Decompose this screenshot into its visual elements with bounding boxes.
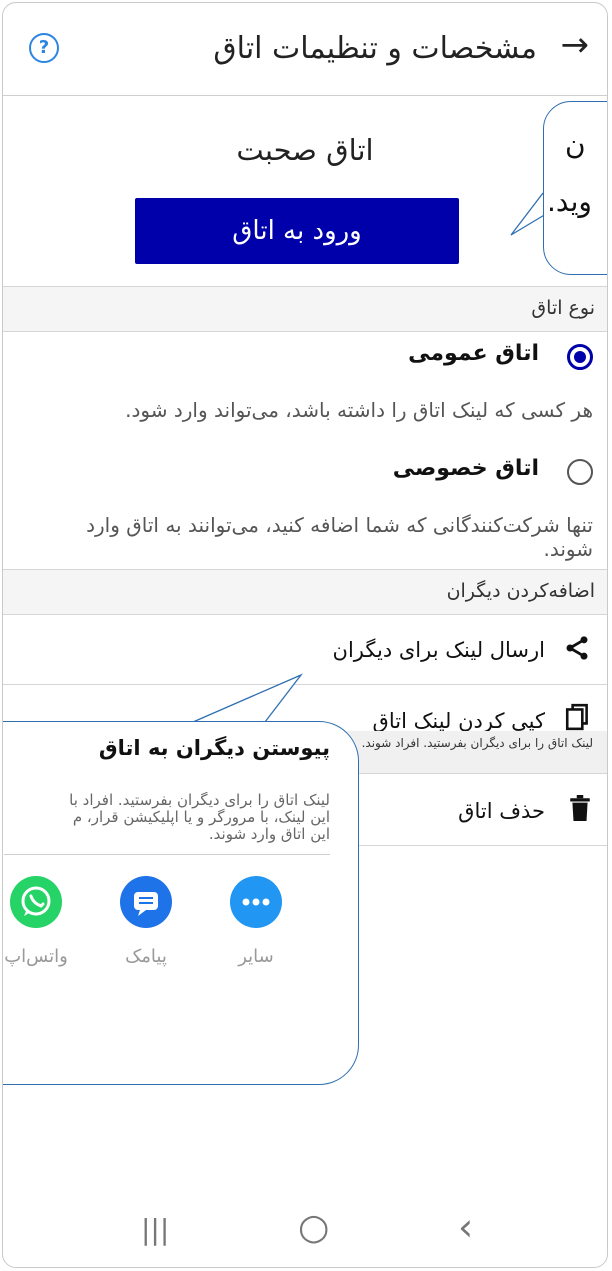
private-room-label: اتاق خصوصی bbox=[392, 456, 539, 481]
share-app-whatsapp[interactable]: واتس‌اپ bbox=[3, 876, 76, 967]
share-sheet: پیوستن دیگران به اتاق لینک اتاق را برای … bbox=[3, 721, 359, 1085]
public-room-desc: هر کسی که لینک اتاق را داشته باشد، می‌تو… bbox=[125, 398, 593, 422]
send-link-label: ارسال لینک برای دیگران bbox=[332, 638, 545, 662]
home-icon[interactable]: ○ bbox=[298, 1207, 329, 1248]
add-others-header-label: اضافه‌کردن دیگران bbox=[446, 580, 595, 602]
public-room-label: اتاق عمومی bbox=[408, 341, 539, 366]
message-icon bbox=[120, 876, 172, 928]
system-nav-bar: ||| ○ ‹ bbox=[3, 1195, 607, 1267]
top-callout-line2: وید. bbox=[543, 185, 607, 218]
top-callout-line1-text: ن bbox=[565, 128, 586, 161]
more-icon bbox=[230, 876, 282, 928]
nav-back-icon[interactable]: ‹ bbox=[458, 1205, 473, 1249]
app-bar: → مشخصات و تنظیمات اتاق ? bbox=[3, 3, 607, 96]
share-desc-line-2: این لینک، با مرورگر و یا اپلیکیشن قرار، … bbox=[72, 808, 330, 826]
share-desc-line-1: لینک اتاق را برای دیگران بفرستید. افراد … bbox=[69, 792, 330, 809]
share-desc-line-3: این اتاق وارد شوند. bbox=[208, 825, 330, 843]
page-title: مشخصات و تنظیمات اتاق bbox=[213, 31, 537, 66]
share-app-other[interactable]: سایر bbox=[216, 876, 296, 967]
share-app-sms[interactable]: پیامک bbox=[106, 876, 186, 967]
private-room-radio[interactable] bbox=[567, 459, 593, 485]
share-app-whatsapp-label: واتس‌اپ bbox=[4, 946, 68, 967]
share-sheet-title: پیوستن دیگران به اتاق bbox=[98, 736, 330, 760]
trash-icon bbox=[569, 795, 591, 827]
share-icon bbox=[563, 634, 591, 668]
recent-apps-icon[interactable]: ||| bbox=[141, 1213, 169, 1246]
share-app-other-label: سایر bbox=[238, 946, 274, 967]
delete-room-label: حذف اتاق bbox=[458, 799, 545, 823]
room-type-header: نوع اتاق bbox=[3, 286, 607, 332]
private-room-desc: تنها شرکت‌کنندگانی که شما اضافه کنید، می… bbox=[86, 513, 593, 561]
enter-room-button[interactable]: ورود به اتاق bbox=[135, 198, 459, 264]
room-name: اتاق صحبت bbox=[236, 133, 374, 167]
top-callout-line2-text: وید. bbox=[547, 185, 592, 218]
public-room-radio[interactable] bbox=[567, 344, 593, 370]
back-arrow-icon[interactable]: → bbox=[561, 25, 590, 65]
send-link-row[interactable]: ارسال لینک برای دیگران bbox=[3, 614, 607, 685]
share-app-sms-label: پیامک bbox=[125, 946, 167, 967]
add-others-header: اضافه‌کردن دیگران bbox=[3, 569, 607, 615]
share-sheet-divider bbox=[4, 854, 330, 855]
copy-link-label: کپی کردن لینک اتاق bbox=[372, 709, 545, 733]
room-type-header-label: نوع اتاق bbox=[531, 297, 595, 319]
top-callout-line1: ن bbox=[543, 128, 607, 161]
whatsapp-icon bbox=[10, 876, 62, 928]
screen: → مشخصات و تنظیمات اتاق ? اتاق صحبت ورود… bbox=[2, 2, 608, 1268]
share-sheet-desc: لینک اتاق را برای دیگران بفرستید. افراد … bbox=[3, 792, 330, 843]
help-icon[interactable]: ? bbox=[29, 33, 59, 63]
share-note-text: لینک اتاق را برای دیگران بفرستید. افراد … bbox=[361, 736, 593, 750]
